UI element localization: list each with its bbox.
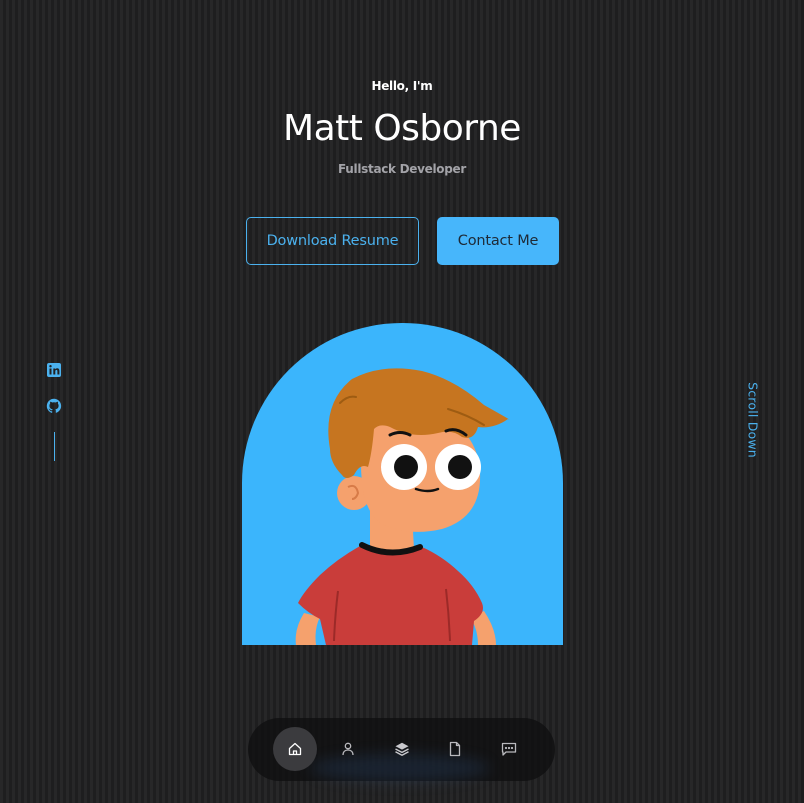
social-links	[44, 360, 64, 461]
github-link[interactable]	[44, 396, 64, 416]
nav-item-experience[interactable]	[380, 727, 424, 771]
role-subtitle: Fullstack Developer	[338, 162, 466, 176]
linkedin-link[interactable]	[44, 360, 64, 380]
nav-item-about[interactable]	[326, 727, 370, 771]
avatar-illustration	[242, 323, 563, 645]
social-divider-line	[54, 432, 55, 461]
message-icon	[501, 742, 517, 756]
layers-icon	[395, 742, 409, 756]
scroll-down-label: Scroll Down	[745, 382, 761, 458]
nav-item-services[interactable]	[433, 727, 477, 771]
greeting-text: Hello, I'm	[371, 79, 433, 93]
user-icon	[342, 742, 354, 756]
nav-item-contact[interactable]	[487, 727, 531, 771]
home-icon	[288, 742, 302, 756]
avatar-character	[295, 368, 510, 645]
linkedin-icon	[47, 363, 61, 377]
file-icon	[449, 741, 461, 757]
nav-item-home[interactable]	[273, 727, 317, 771]
download-resume-button[interactable]: Download Resume	[246, 217, 419, 265]
scroll-down-link[interactable]: Scroll Down	[741, 382, 765, 458]
bottom-nav	[248, 718, 555, 782]
contact-me-button[interactable]: Contact Me	[437, 217, 559, 265]
page-title: Matt Osborne	[283, 108, 521, 149]
github-icon	[46, 398, 62, 413]
